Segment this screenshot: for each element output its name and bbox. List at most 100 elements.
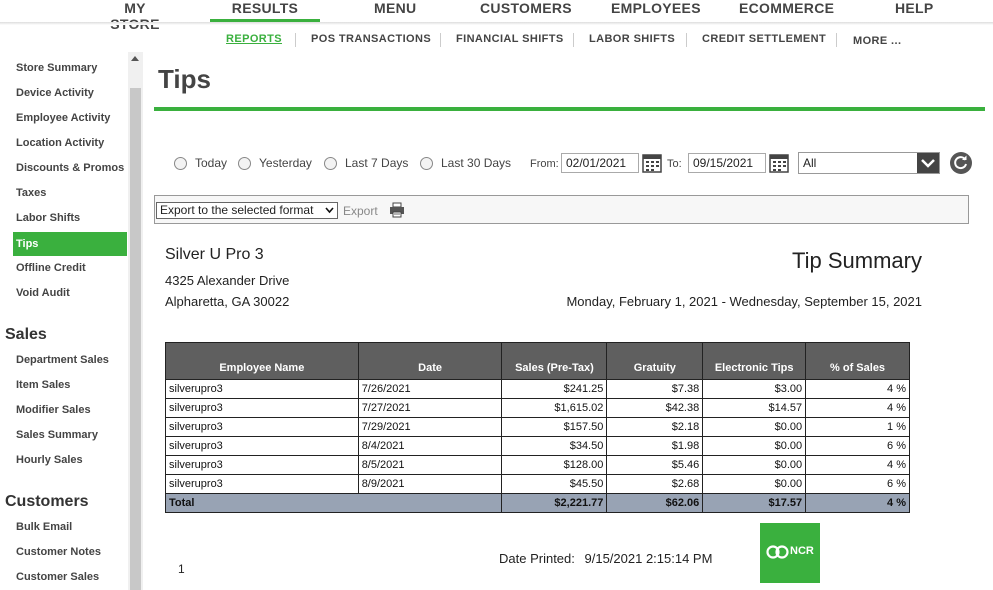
nav-menu[interactable]: MENU [374,0,416,22]
total-sales: $2,221.77 [501,493,608,513]
cell-date: 8/9/2021 [357,474,503,494]
sidebar-item-device-activity[interactable]: Device Activity [16,87,94,99]
cell-sales: $34.50 [501,436,608,456]
sidebar-item-taxes[interactable]: Taxes [16,187,46,199]
export-button[interactable]: Export [343,204,378,218]
calendar-icon[interactable] [642,153,662,173]
table-row: silverupro3 7/27/2021 $1,615.02 $42.38 $… [165,398,910,418]
subnav-pos-transactions[interactable]: POS TRANSACTIONS [311,33,431,45]
chevron-down-icon[interactable] [917,153,939,173]
radio-last-30-days[interactable] [420,157,433,170]
store-address-line2: Alpharetta, GA 30022 [165,294,290,309]
title-underline [154,107,985,111]
nav-customers[interactable]: CUSTOMERS [480,0,572,22]
cell-sales: $128.00 [501,455,608,475]
table-header-row: Employee Name Date Sales (Pre-Tax) Gratu… [165,342,910,380]
subnav-financial-shifts[interactable]: FINANCIAL SHIFTS [456,33,564,45]
sidebar-item-store-summary[interactable]: Store Summary [16,62,97,74]
subnav-labor-shifts[interactable]: LABOR SHIFTS [589,33,675,45]
sidebar-item-hourly-sales[interactable]: Hourly Sales [16,454,83,466]
sidebar-item-offline-credit[interactable]: Offline Credit [16,262,86,274]
nav-results[interactable]: RESULTS [210,0,320,22]
cell-sales: $1,615.02 [501,398,608,418]
nav-employees[interactable]: EMPLOYEES [611,0,701,22]
to-date-input[interactable]: 09/15/2021 [688,153,766,173]
sidebar-item-tips[interactable]: Tips [13,232,127,256]
sidebar-heading-customers: Customers [5,493,89,510]
cell-gratuity: $42.38 [606,398,704,418]
cell-employee: silverupro3 [165,398,359,418]
sidebar-item-labor-shifts[interactable]: Labor Shifts [16,212,80,224]
radio-today[interactable] [174,157,187,170]
cell-date: 8/4/2021 [357,436,503,456]
date-printed-value: 9/15/2021 2:15:14 PM [584,551,713,566]
table-row: silverupro3 7/29/2021 $157.50 $2.18 $0.0… [165,417,910,437]
total-gratuity: $62.06 [606,493,704,513]
cell-sales: $157.50 [501,417,608,437]
subnav-separator [295,33,296,47]
cell-percent: 4 % [805,455,910,475]
cell-electronic-tips: $0.00 [702,436,807,456]
radio-last-7-days[interactable] [324,157,337,170]
nav-help[interactable]: HELP [895,0,933,22]
refresh-icon[interactable] [950,152,972,174]
printer-icon[interactable] [389,202,405,218]
radio-label-last-7-days: Last 7 Days [345,156,409,170]
nav-shadow [0,22,993,25]
sidebar-item-item-sales[interactable]: Item Sales [16,379,70,391]
from-date-input[interactable]: 02/01/2021 [561,153,639,173]
sidebar-item-employee-activity[interactable]: Employee Activity [16,112,110,124]
sidebar-item-void-audit[interactable]: Void Audit [16,287,70,299]
sidebar-item-customer-notes[interactable]: Customer Notes [16,546,101,558]
top-nav: MY STORE RESULTS MENU CUSTOMERS EMPLOYEE… [0,0,993,32]
cell-electronic-tips: $14.57 [702,398,807,418]
sidebar-item-location-activity[interactable]: Location Activity [16,137,104,149]
cell-gratuity: $1.98 [606,436,704,456]
export-format-select[interactable]: Export to the selected format [156,202,338,219]
sidebar-item-sales-summary[interactable]: Sales Summary [16,429,98,441]
column-header-sales: Sales (Pre-Tax) [501,342,608,380]
to-label: To: [667,158,682,170]
cell-electronic-tips: $0.00 [702,455,807,475]
scroll-up-arrow-icon[interactable] [131,56,139,61]
table-row: silverupro3 8/5/2021 $128.00 $5.46 $0.00… [165,455,910,475]
cell-date: 8/5/2021 [357,455,503,475]
cell-sales: $241.25 [501,379,608,399]
sidebar-item-modifier-sales[interactable]: Modifier Sales [16,404,91,416]
chevron-down-icon [325,203,334,221]
cell-electronic-tips: $3.00 [702,379,807,399]
cell-percent: 1 % [805,417,910,437]
export-format-value: Export to the selected format [160,203,314,217]
cell-gratuity: $7.38 [606,379,704,399]
table-row: silverupro3 7/26/2021 $241.25 $7.38 $3.0… [165,379,910,399]
location-select[interactable]: All [798,152,940,174]
subnav-more[interactable]: MORE ... [853,35,901,47]
radio-yesterday[interactable] [238,157,251,170]
cell-employee: silverupro3 [165,455,359,475]
cell-date: 7/26/2021 [357,379,503,399]
cell-gratuity: $5.46 [606,455,704,475]
sidebar-item-department-sales[interactable]: Department Sales [16,354,109,366]
radio-label-last-30-days: Last 30 Days [441,156,512,170]
export-toolbar: Export to the selected format Export [154,195,969,224]
sidebar: Store Summary Device Activity Employee A… [0,52,143,590]
date-printed: Date Printed: 9/15/2021 2:15:14 PM [499,551,712,566]
sidebar-item-bulk-email[interactable]: Bulk Email [16,521,72,533]
cell-employee: silverupro3 [165,436,359,456]
sidebar-scroll-thumb[interactable] [130,88,141,590]
report-title: Tip Summary [792,248,922,273]
location-select-value: All [803,156,817,170]
subnav-credit-settlement[interactable]: CREDIT SETTLEMENT [702,33,826,45]
subnav-reports[interactable]: REPORTS [226,33,282,45]
sidebar-item-customer-sales[interactable]: Customer Sales [16,571,99,583]
page-number: 1 [178,562,185,576]
cell-employee: silverupro3 [165,379,359,399]
nav-ecommerce[interactable]: ECOMMERCE [739,0,834,22]
sidebar-item-discounts-promos[interactable]: Discounts & Promos [16,162,124,174]
cell-employee: silverupro3 [165,417,359,437]
total-electronic-tips: $17.57 [702,493,807,513]
nav-my-store[interactable]: MY STORE [98,0,172,32]
cell-electronic-tips: $0.00 [702,417,807,437]
from-label: From: [530,158,559,170]
calendar-icon[interactable] [769,153,789,173]
